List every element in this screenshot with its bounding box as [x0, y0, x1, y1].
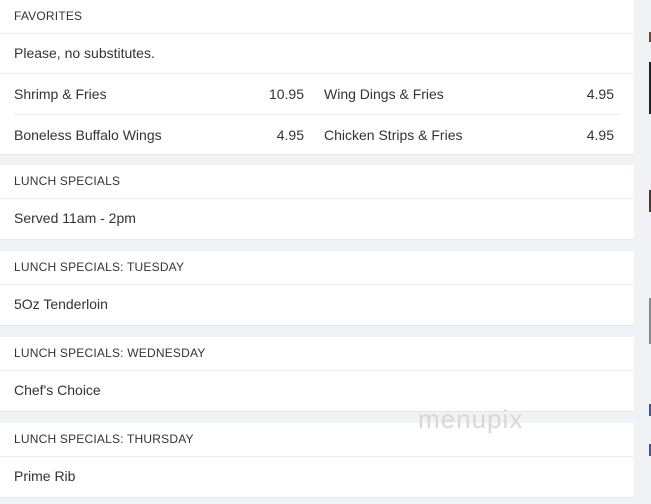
wednesday-section: LUNCH SPECIALS: WEDNESDAY Chef's Choice	[0, 337, 634, 412]
menu-item[interactable]: 5Oz Tenderloin	[0, 285, 634, 324]
menu-item[interactable]: Served 11am - 2pm	[0, 199, 634, 238]
favorites-section: FAVORITES Please, no substitutes. Shrimp…	[0, 0, 634, 155]
item-price: 4.95	[276, 127, 304, 143]
menu-item[interactable]: Chicken Strips & Fries 4.95	[324, 127, 614, 143]
menu-item[interactable]: Wing Dings & Fries 4.95	[324, 86, 614, 102]
item-name: Wing Dings & Fries	[324, 86, 444, 102]
menu-item[interactable]: Prime Rib	[0, 457, 634, 496]
watermark-logo: menupix	[418, 404, 524, 434]
menu-item[interactable]: Boneless Buffalo Wings 4.95	[14, 127, 304, 143]
menu-item[interactable]: Chef's Choice	[0, 371, 634, 410]
menu-row: Boneless Buffalo Wings 4.95 Chicken Stri…	[14, 114, 620, 155]
menu-item[interactable]: Shrimp & Fries 10.95	[14, 86, 304, 102]
menu-column: FAVORITES Please, no substitutes. Shrimp…	[0, 0, 634, 504]
item-name: Shrimp & Fries	[14, 86, 107, 102]
item-name: Boneless Buffalo Wings	[14, 127, 162, 143]
section-note: Please, no substitutes.	[0, 34, 634, 74]
item-price: 4.95	[586, 86, 614, 102]
section-title: LUNCH SPECIALS: THURSDAY	[0, 423, 634, 457]
item-price: 4.95	[586, 127, 614, 143]
section-title: LUNCH SPECIALS: WEDNESDAY	[0, 337, 634, 371]
tuesday-section: LUNCH SPECIALS: TUESDAY 5Oz Tenderloin	[0, 251, 634, 326]
sidebar-edge	[634, 0, 651, 504]
lunch-specials-section: LUNCH SPECIALS Served 11am - 2pm	[0, 165, 634, 240]
section-title: LUNCH SPECIALS	[0, 165, 634, 199]
favorites-items: Shrimp & Fries 10.95 Wing Dings & Fries …	[0, 74, 634, 155]
item-price: 10.95	[268, 86, 304, 102]
section-title: LUNCH SPECIALS: TUESDAY	[0, 251, 634, 285]
menu-row: Shrimp & Fries 10.95 Wing Dings & Fries …	[14, 74, 620, 114]
item-name: Chicken Strips & Fries	[324, 127, 463, 143]
thursday-section: LUNCH SPECIALS: THURSDAY Prime Rib	[0, 423, 634, 498]
section-title: FAVORITES	[0, 0, 634, 34]
